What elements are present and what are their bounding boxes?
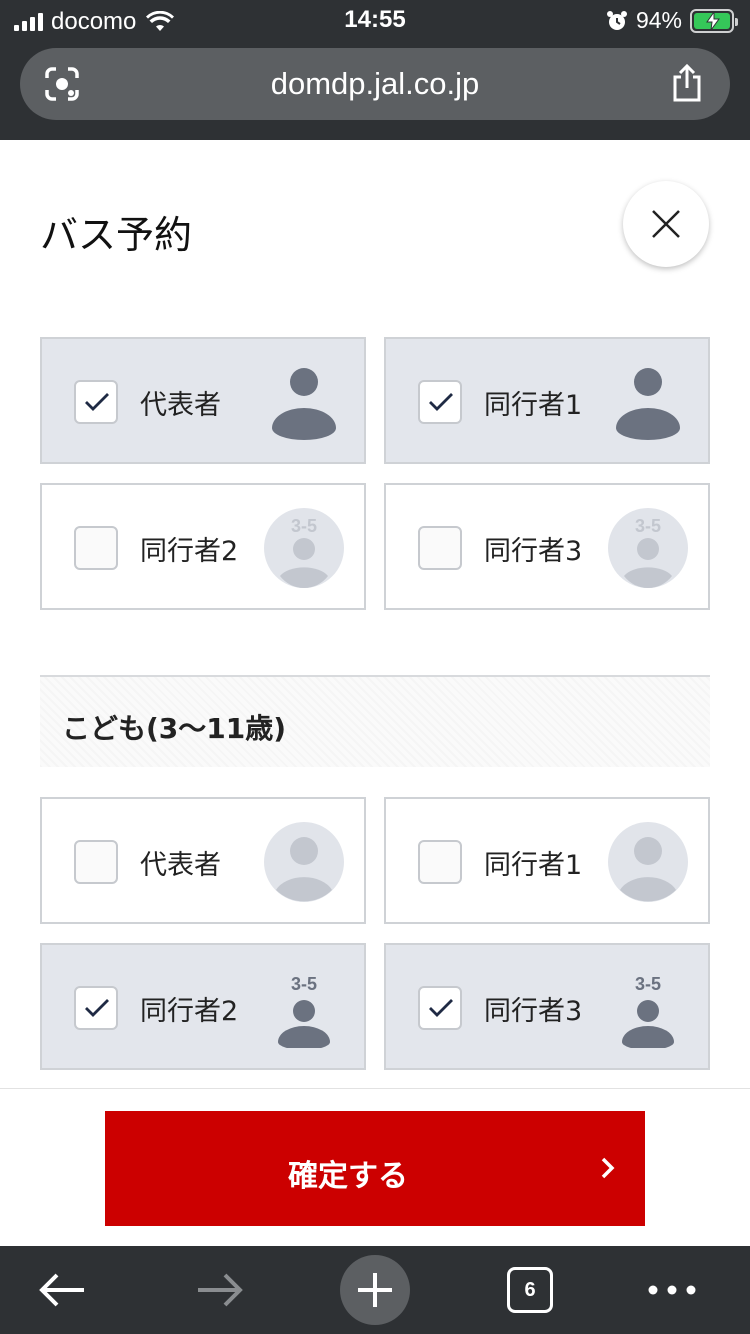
age-badge: 3-5 — [291, 974, 317, 994]
passenger-label: 同行者2 — [140, 536, 239, 567]
plus-icon — [358, 1273, 392, 1307]
age-badge: 3-5 — [635, 974, 661, 994]
close-button[interactable] — [623, 181, 709, 267]
passenger-card[interactable]: 同行者3 3-5 — [384, 483, 710, 610]
passenger-checkbox[interactable] — [74, 380, 118, 424]
arrow-right-icon — [198, 1273, 243, 1307]
alarm-icon — [606, 10, 627, 30]
checkmark-icon — [85, 999, 109, 1017]
passenger-card[interactable]: 同行者1 — [384, 797, 710, 924]
passenger-checkbox[interactable] — [74, 840, 118, 884]
person-avatar-icon — [264, 822, 344, 902]
passenger-label: 同行者3 — [484, 536, 583, 567]
confirm-label: 確定する — [288, 1159, 408, 1194]
address-bar[interactable]: domdp.jal.co.jp — [20, 48, 730, 120]
passenger-card[interactable]: 代表者 — [40, 797, 366, 924]
passenger-label: 代表者 — [140, 390, 221, 421]
battery-icon — [690, 8, 738, 33]
age-badge: 3-5 — [291, 516, 317, 536]
checkmark-icon — [429, 999, 453, 1017]
bottom-action-bar: 確定する — [0, 1088, 750, 1246]
passenger-label: 代表者 — [140, 850, 221, 881]
share-icon[interactable] — [670, 63, 704, 103]
section-title: こども(3〜11歳) — [62, 712, 287, 745]
back-button[interactable] — [22, 1246, 102, 1334]
chevron-right-icon — [601, 1157, 615, 1179]
close-icon — [652, 210, 680, 238]
children-section-header: こども(3〜11歳) — [40, 675, 710, 767]
tab-count: 6 — [507, 1267, 553, 1313]
age-badge: 3-5 — [635, 516, 661, 536]
checkmark-icon — [85, 393, 109, 411]
new-tab-button[interactable] — [338, 1246, 412, 1334]
passenger-card[interactable]: 同行者2 3-5 — [40, 483, 366, 610]
person-avatar-icon: 3-5 — [278, 974, 330, 1048]
person-avatar-icon — [608, 822, 688, 902]
more-dots-icon — [648, 1285, 696, 1295]
tab-switcher-button[interactable]: 6 — [500, 1246, 560, 1334]
passenger-card[interactable]: 同行者2 3-5 — [40, 943, 366, 1070]
passenger-checkbox[interactable] — [74, 986, 118, 1030]
page-title: バス予約 — [40, 213, 193, 257]
more-menu-button[interactable] — [640, 1246, 704, 1334]
browser-toolbar: 6 — [0, 1246, 750, 1334]
person-avatar-icon — [616, 368, 680, 440]
passenger-checkbox[interactable] — [418, 526, 462, 570]
checkmark-icon — [429, 393, 453, 411]
person-avatar-icon — [272, 368, 336, 440]
arrow-left-icon — [39, 1273, 84, 1307]
passenger-checkbox[interactable] — [418, 840, 462, 884]
forward-button[interactable] — [180, 1246, 260, 1334]
confirm-button[interactable]: 確定する — [105, 1111, 645, 1226]
passenger-label: 同行者1 — [484, 390, 583, 421]
passenger-label: 同行者1 — [484, 850, 583, 881]
passenger-label: 同行者3 — [484, 996, 583, 1027]
passenger-card[interactable]: 代表者 — [40, 337, 366, 464]
passenger-label: 同行者2 — [140, 996, 239, 1027]
passenger-card[interactable]: 同行者1 — [384, 337, 710, 464]
passenger-checkbox[interactable] — [418, 380, 462, 424]
passenger-card[interactable]: 同行者3 3-5 — [384, 943, 710, 1070]
person-avatar-icon: 3-5 — [622, 974, 674, 1048]
person-avatar-icon: 3-5 — [608, 508, 688, 588]
url-text[interactable]: domdp.jal.co.jp — [20, 66, 730, 102]
browser-header: domdp.jal.co.jp — [0, 42, 750, 140]
battery-percent: 94% — [635, 7, 682, 33]
status-bar: docomo 14:55 94% — [0, 0, 750, 42]
person-avatar-icon: 3-5 — [264, 508, 344, 588]
passenger-checkbox[interactable] — [74, 526, 118, 570]
passenger-checkbox[interactable] — [418, 986, 462, 1030]
